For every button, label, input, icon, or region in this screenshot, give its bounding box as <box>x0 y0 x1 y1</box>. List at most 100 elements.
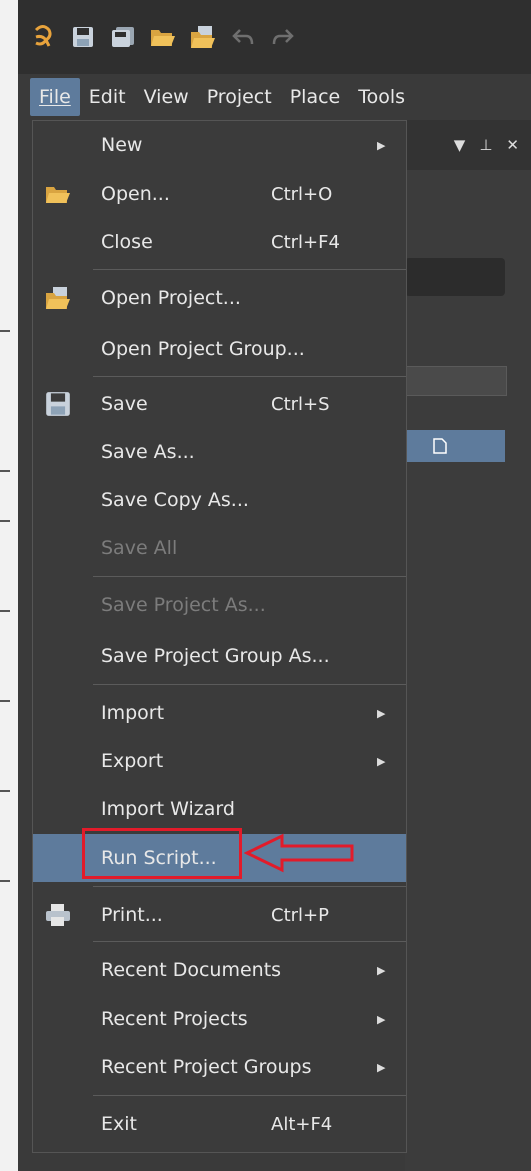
open-folder-icon <box>46 187 70 203</box>
menu-item-open-project-group[interactable]: Open Project Group... <box>33 327 406 371</box>
edge-mark <box>0 470 10 472</box>
submenu-arrow-icon: ▶ <box>377 754 386 768</box>
menu-item-save-all: Save All <box>33 526 406 570</box>
open-project-icon <box>46 287 70 309</box>
menu-item-label: Save Project As... <box>101 594 266 616</box>
undo-icon[interactable] <box>230 24 256 50</box>
annotation-highlight-box <box>82 828 242 879</box>
open-icon[interactable] <box>150 24 176 50</box>
menu-item-export[interactable]: Export ▶ <box>33 739 406 783</box>
menu-item-label: Save <box>101 393 148 415</box>
menu-separator <box>93 269 406 270</box>
menu-item-label: Import Wizard <box>101 798 235 820</box>
shortcut-label: Ctrl+P <box>271 904 329 926</box>
edge-mark <box>0 330 10 332</box>
menu-item-save-as[interactable]: Save As... <box>33 430 406 474</box>
menu-edit[interactable]: Edit <box>80 78 135 116</box>
menu-item-import[interactable]: Import ▶ <box>33 691 406 735</box>
menu-file-label: File <box>39 86 71 108</box>
shortcut-label: Ctrl+S <box>271 393 330 415</box>
annotation-arrow-icon <box>244 833 354 873</box>
app-logo-icon[interactable] <box>30 24 56 50</box>
menu-item-label: New <box>101 134 143 156</box>
save-icon <box>46 392 70 416</box>
menu-tools-label: Tools <box>358 86 406 108</box>
save-all-icon[interactable] <box>110 24 136 50</box>
menu-separator <box>93 941 406 942</box>
menu-item-recent-project-groups[interactable]: Recent Project Groups ▶ <box>33 1045 406 1089</box>
menu-edit-label: Edit <box>88 86 126 108</box>
pin-icon[interactable]: ⊥ <box>479 136 492 154</box>
open-project-icon[interactable] <box>190 24 216 50</box>
menu-item-save-project-group-as[interactable]: Save Project Group As... <box>33 634 406 678</box>
print-icon <box>46 904 70 926</box>
menu-item-new[interactable]: New ▶ <box>33 123 406 167</box>
menu-bar: File Edit View Project Place Tools <box>18 74 531 120</box>
close-icon[interactable]: ✕ <box>506 136 519 154</box>
menu-item-print[interactable]: Print... Ctrl+P <box>33 893 406 937</box>
submenu-arrow-icon: ▶ <box>377 1060 386 1074</box>
shortcut-label: Ctrl+O <box>271 183 333 205</box>
edge-mark <box>0 520 10 522</box>
edge-mark <box>0 790 10 792</box>
menu-item-label: Save Copy As... <box>101 489 249 511</box>
menu-separator <box>93 1095 406 1096</box>
menu-item-label: Recent Projects <box>101 1008 248 1030</box>
menu-place-label: Place <box>289 86 341 108</box>
menu-item-import-wizard[interactable]: Import Wizard <box>33 787 406 831</box>
menu-item-label: Export <box>101 750 164 772</box>
save-icon[interactable] <box>70 24 96 50</box>
menu-item-recent-documents[interactable]: Recent Documents ▶ <box>33 948 406 992</box>
edge-mark <box>0 610 10 612</box>
menu-file[interactable]: File <box>30 78 80 116</box>
menu-item-label: Recent Project Groups <box>101 1056 312 1078</box>
document-icon <box>433 438 447 454</box>
menu-place[interactable]: Place <box>281 78 350 116</box>
menu-project-label: Project <box>206 86 272 108</box>
menu-item-label: Open Project Group... <box>101 338 305 360</box>
menu-tools[interactable]: Tools <box>349 78 414 116</box>
panel-header: ▼ ⊥ ✕ <box>405 120 531 170</box>
menu-item-label: Import <box>101 702 165 724</box>
menu-item-label: Close <box>101 231 153 253</box>
menu-item-save-project-as: Save Project As... <box>33 583 406 627</box>
submenu-arrow-icon: ▶ <box>377 138 386 152</box>
menu-item-label: Save Project Group As... <box>101 645 330 667</box>
submenu-arrow-icon: ▶ <box>377 963 386 977</box>
shortcut-label: Ctrl+F4 <box>271 231 340 253</box>
menu-item-label: Save As... <box>101 441 195 463</box>
menu-item-exit[interactable]: Exit Alt+F4 <box>33 1102 406 1146</box>
background-window-edge <box>0 0 18 1171</box>
menu-item-close[interactable]: Close Ctrl+F4 <box>33 220 406 264</box>
menu-item-open-project[interactable]: Open Project... <box>33 276 406 320</box>
submenu-arrow-icon: ▶ <box>377 706 386 720</box>
menu-item-label: Open Project... <box>101 287 241 309</box>
quick-access-toolbar <box>18 0 531 74</box>
panel-selected-row[interactable] <box>405 430 505 462</box>
file-menu: New ▶ Open... Ctrl+O Close Ctrl+F4 Open … <box>32 120 407 1153</box>
shortcut-label: Alt+F4 <box>271 1113 333 1135</box>
menu-separator <box>93 684 406 685</box>
edge-mark <box>0 700 10 702</box>
menu-project[interactable]: Project <box>198 78 281 116</box>
menu-item-label: Open... <box>101 183 170 205</box>
menu-item-open[interactable]: Open... Ctrl+O <box>33 172 406 216</box>
menu-item-save[interactable]: Save Ctrl+S <box>33 382 406 426</box>
panel-menu-icon[interactable]: ▼ <box>454 136 466 154</box>
menu-item-label: Print... <box>101 904 163 926</box>
menu-item-save-copy-as[interactable]: Save Copy As... <box>33 478 406 522</box>
menu-item-label: Recent Documents <box>101 959 282 981</box>
menu-separator <box>93 886 406 887</box>
panel-search-field[interactable] <box>405 258 505 296</box>
submenu-arrow-icon: ▶ <box>377 1012 386 1026</box>
menu-item-label: Save All <box>101 537 178 559</box>
edge-mark <box>0 880 10 882</box>
menu-item-recent-projects[interactable]: Recent Projects ▶ <box>33 997 406 1041</box>
menu-item-label: Exit <box>101 1113 137 1135</box>
menu-view[interactable]: View <box>135 78 198 116</box>
menu-view-label: View <box>143 86 189 108</box>
panel-filter-field[interactable] <box>405 366 507 396</box>
redo-icon[interactable] <box>270 24 296 50</box>
menu-separator <box>93 576 406 577</box>
projects-panel: ▼ ⊥ ✕ <box>405 120 531 1171</box>
